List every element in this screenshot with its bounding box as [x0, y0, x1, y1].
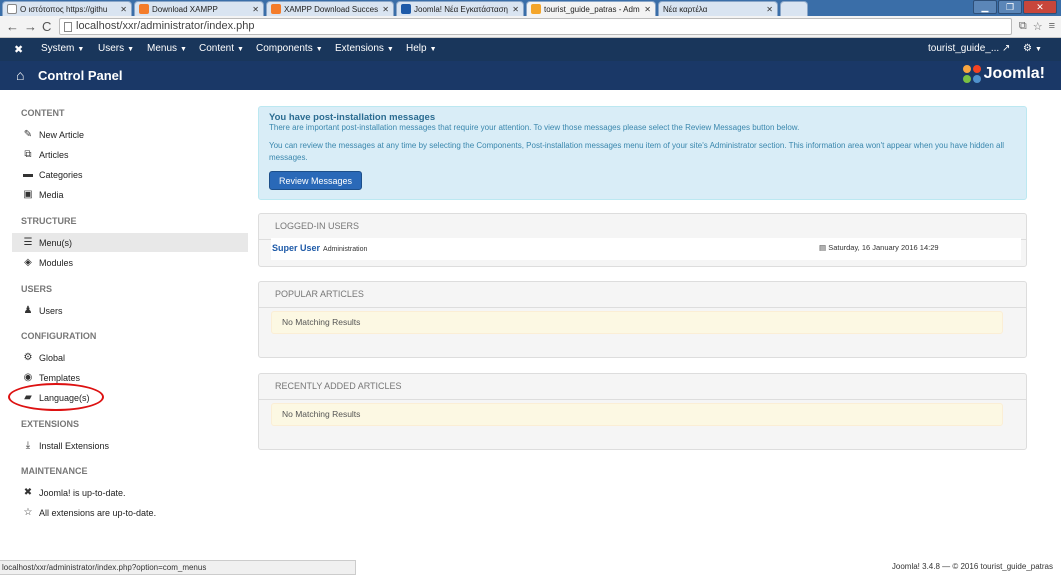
page-icon [64, 22, 72, 32]
close-icon[interactable]: ✕ [766, 5, 773, 14]
sidebar-item-install-extensions[interactable]: ⤓ Install Extensions [12, 436, 248, 455]
post-install-alert: You have post-installation messages Ther… [258, 106, 1027, 200]
popular-articles-panel: POPULAR ARTICLES No Matching Results [258, 281, 1027, 358]
minimize-button[interactable]: ▁ [973, 0, 997, 14]
browser-tab-active[interactable]: tourist_guide_patras - Adm ✕ [526, 1, 656, 16]
xampp-icon [139, 4, 149, 14]
no-results-message: No Matching Results [271, 311, 1003, 334]
panel-title: POPULAR ARTICLES [275, 289, 364, 299]
settings-menu[interactable]: ⚙ ▼ [1023, 43, 1042, 54]
sidebar-section-maintenance: MAINTENANCE [21, 466, 88, 476]
sidebar-item-global[interactable]: ⚙ Global [12, 348, 248, 367]
folder-icon: ▬ [23, 169, 33, 180]
star-icon: ☆ [23, 507, 33, 518]
address-bar: ← → C localhost/xxr/administrator/index.… [0, 16, 1061, 38]
menu-help[interactable]: Help ▼ [406, 43, 437, 54]
maximize-button[interactable]: ❐ [998, 0, 1022, 14]
close-icon[interactable]: ✕ [120, 5, 127, 14]
menu-content[interactable]: Content ▼ [199, 43, 244, 54]
sidebar-item-new-article[interactable]: ✎ New Article [12, 125, 248, 144]
close-icon[interactable]: ✕ [252, 5, 259, 14]
pencil-icon: ✎ [23, 129, 33, 140]
table-row: Super User Administration ▤ Saturday, 16 … [271, 238, 1021, 260]
panel-title: LOGGED-IN USERS [275, 221, 360, 231]
users-icon: ♟ [23, 305, 33, 316]
forward-icon[interactable]: → [24, 19, 37, 34]
alert-text: There are important post-installation me… [269, 123, 800, 132]
recent-articles-panel: RECENTLY ADDED ARTICLES No Matching Resu… [258, 373, 1027, 450]
sidebar-item-modules[interactable]: ◈ Modules [12, 253, 248, 272]
page-header: ⌂ Control Panel Joomla! [0, 61, 1061, 90]
sidebar-item-categories[interactable]: ▬ Categories [12, 165, 248, 184]
joomla-icon[interactable]: ✖ [14, 43, 23, 56]
browser-tab[interactable]: Νέα καρτέλα ✕ [658, 1, 778, 16]
sidebar-item-menus[interactable]: ☰ Menu(s) [12, 233, 248, 252]
new-tab-button[interactable] [780, 1, 808, 16]
joomla-logo: Joomla! [962, 65, 1045, 83]
alert-heading: You have post-installation messages [269, 112, 436, 123]
close-icon[interactable]: ✕ [512, 5, 519, 14]
joomla-icon [401, 4, 411, 14]
browser-tab[interactable]: XAMPP Download Succes ✕ [266, 1, 394, 16]
page-title: Control Panel [38, 68, 123, 83]
sidebar-item-media[interactable]: ▣ Media [12, 185, 248, 204]
browser-tab[interactable]: Download XAMPP ✕ [134, 1, 264, 16]
browser-status-url: localhost/xxr/administrator/index.php?op… [0, 560, 356, 575]
panel-title: RECENTLY ADDED ARTICLES [275, 381, 402, 391]
gear-icon: ⚙ [1023, 43, 1032, 54]
close-window-button[interactable]: ✕ [1023, 0, 1057, 14]
url-input[interactable]: localhost/xxr/administrator/index.php [59, 18, 1012, 35]
bookmark-star-icon[interactable]: ☆ [1033, 20, 1043, 33]
sidebar-item-joomla-status[interactable]: ✖ Joomla! is up-to-date. [12, 483, 248, 502]
joomla-logo-mark [962, 65, 981, 83]
login-date: ▤ Saturday, 16 January 2016 14:29 [819, 243, 939, 252]
logged-in-users-panel: LOGGED-IN USERS Super User Administration… [258, 213, 1027, 267]
browser-tab-bar: Ο ιστότοπος https://githu ✕ Download XAM… [0, 0, 1061, 16]
no-results-message: No Matching Results [271, 403, 1003, 426]
upload-icon: ⤓ [25, 440, 31, 451]
sidebar-section-users: USERS [21, 284, 53, 294]
browser-tab[interactable]: Ο ιστότοπος https://githu ✕ [2, 1, 132, 16]
sidebar-item-users[interactable]: ♟ Users [12, 301, 248, 320]
stack-icon: ⧉ [24, 149, 32, 160]
window-controls: ▁ ❐ ✕ [973, 0, 1057, 14]
browser-tab[interactable]: Joomla! Νέα Εγκατάσταση ✕ [396, 1, 524, 16]
back-icon[interactable]: ← [6, 19, 19, 34]
user-link[interactable]: Super User Administration [272, 243, 367, 253]
sidebar-section-structure: STRUCTURE [21, 216, 77, 226]
footer-copyright: Joomla! 3.4.8 — © 2016 tourist_guide_pat… [891, 562, 1053, 571]
annotation-ellipse [8, 383, 104, 411]
menu-extensions[interactable]: Extensions ▼ [335, 43, 394, 54]
external-link-icon: ↗ [1001, 43, 1011, 54]
menu-components[interactable]: Components ▼ [256, 43, 323, 54]
close-icon[interactable]: ✕ [382, 5, 389, 14]
alert-text: You can review the messages at any time … [269, 141, 1004, 162]
menu-users[interactable]: Users ▼ [98, 43, 134, 54]
close-icon[interactable]: ✕ [644, 5, 651, 14]
sidebar-section-extensions: EXTENSIONS [21, 419, 80, 429]
menu-menus[interactable]: Menus ▼ [147, 43, 187, 54]
menu-system[interactable]: System ▼ [41, 43, 84, 54]
eye-icon: ◉ [23, 372, 33, 383]
joomla-icon [531, 4, 541, 14]
list-icon: ☰ [23, 237, 33, 248]
sidebar-item-extensions-status[interactable]: ☆ All extensions are up-to-date. [12, 503, 248, 522]
joomla-icon: ✖ [23, 487, 33, 498]
xampp-icon [271, 4, 281, 14]
review-messages-button[interactable]: Review Messages [269, 171, 363, 190]
cube-icon: ◈ [24, 257, 32, 268]
reload-icon[interactable]: C [42, 19, 51, 34]
site-link[interactable]: tourist_guide_... ↗ [928, 43, 1010, 54]
sidebar-item-articles[interactable]: ⧉ Articles [12, 145, 248, 164]
sidebar-section-content: CONTENT [21, 108, 65, 118]
calendar-icon: ▤ [819, 243, 827, 252]
admin-menu-bar: ✖ System ▼ Users ▼ Menus ▼ Content ▼ Compone… [0, 38, 1061, 61]
menu-icon[interactable]: ≡ [1049, 20, 1055, 33]
sidebar-section-configuration: CONFIGURATION [21, 331, 97, 341]
translate-icon[interactable]: ⧉ [1019, 20, 1027, 33]
home-icon: ⌂ [16, 67, 25, 83]
cog-icon: ⚙ [23, 352, 33, 363]
image-icon: ▣ [23, 189, 33, 200]
page-icon [7, 4, 17, 14]
